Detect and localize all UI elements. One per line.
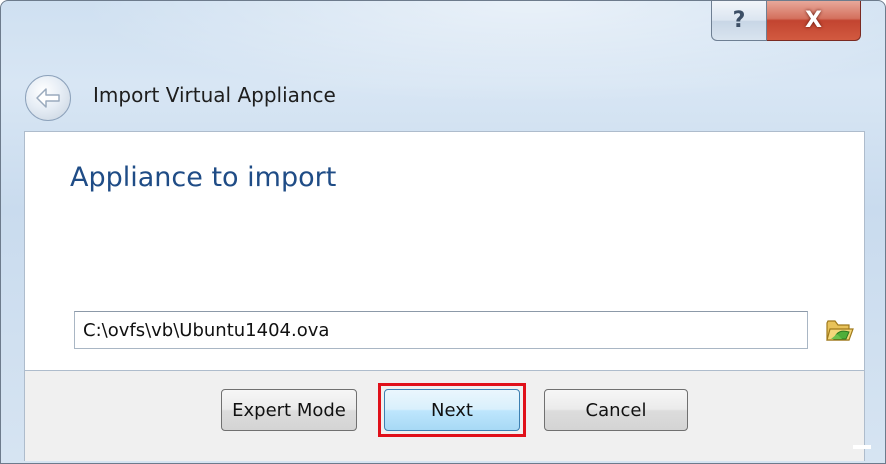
resize-grip[interactable]: [853, 445, 871, 449]
folder-open-icon: [826, 320, 854, 341]
close-icon: X: [805, 8, 822, 33]
help-icon: ?: [732, 8, 746, 33]
back-arrow-icon: [36, 88, 60, 108]
page-heading: Appliance to import: [70, 162, 337, 193]
wizard-page: Appliance to import: [24, 131, 865, 371]
file-path-input[interactable]: [74, 311, 808, 349]
back-button[interactable]: [25, 75, 71, 121]
button-bar: Expert Mode Next Cancel: [24, 371, 865, 461]
caption-buttons: ? X: [711, 1, 861, 41]
open-file-button[interactable]: [824, 315, 856, 345]
next-button[interactable]: Next: [384, 389, 520, 431]
window-title: Import Virtual Appliance: [93, 83, 336, 107]
cancel-button[interactable]: Cancel: [544, 389, 688, 431]
close-button[interactable]: X: [767, 1, 861, 41]
expert-mode-button[interactable]: Expert Mode: [221, 389, 357, 431]
help-button[interactable]: ?: [711, 1, 767, 41]
import-appliance-window: ? X Import Virtual Appliance Appliance t…: [0, 0, 886, 464]
